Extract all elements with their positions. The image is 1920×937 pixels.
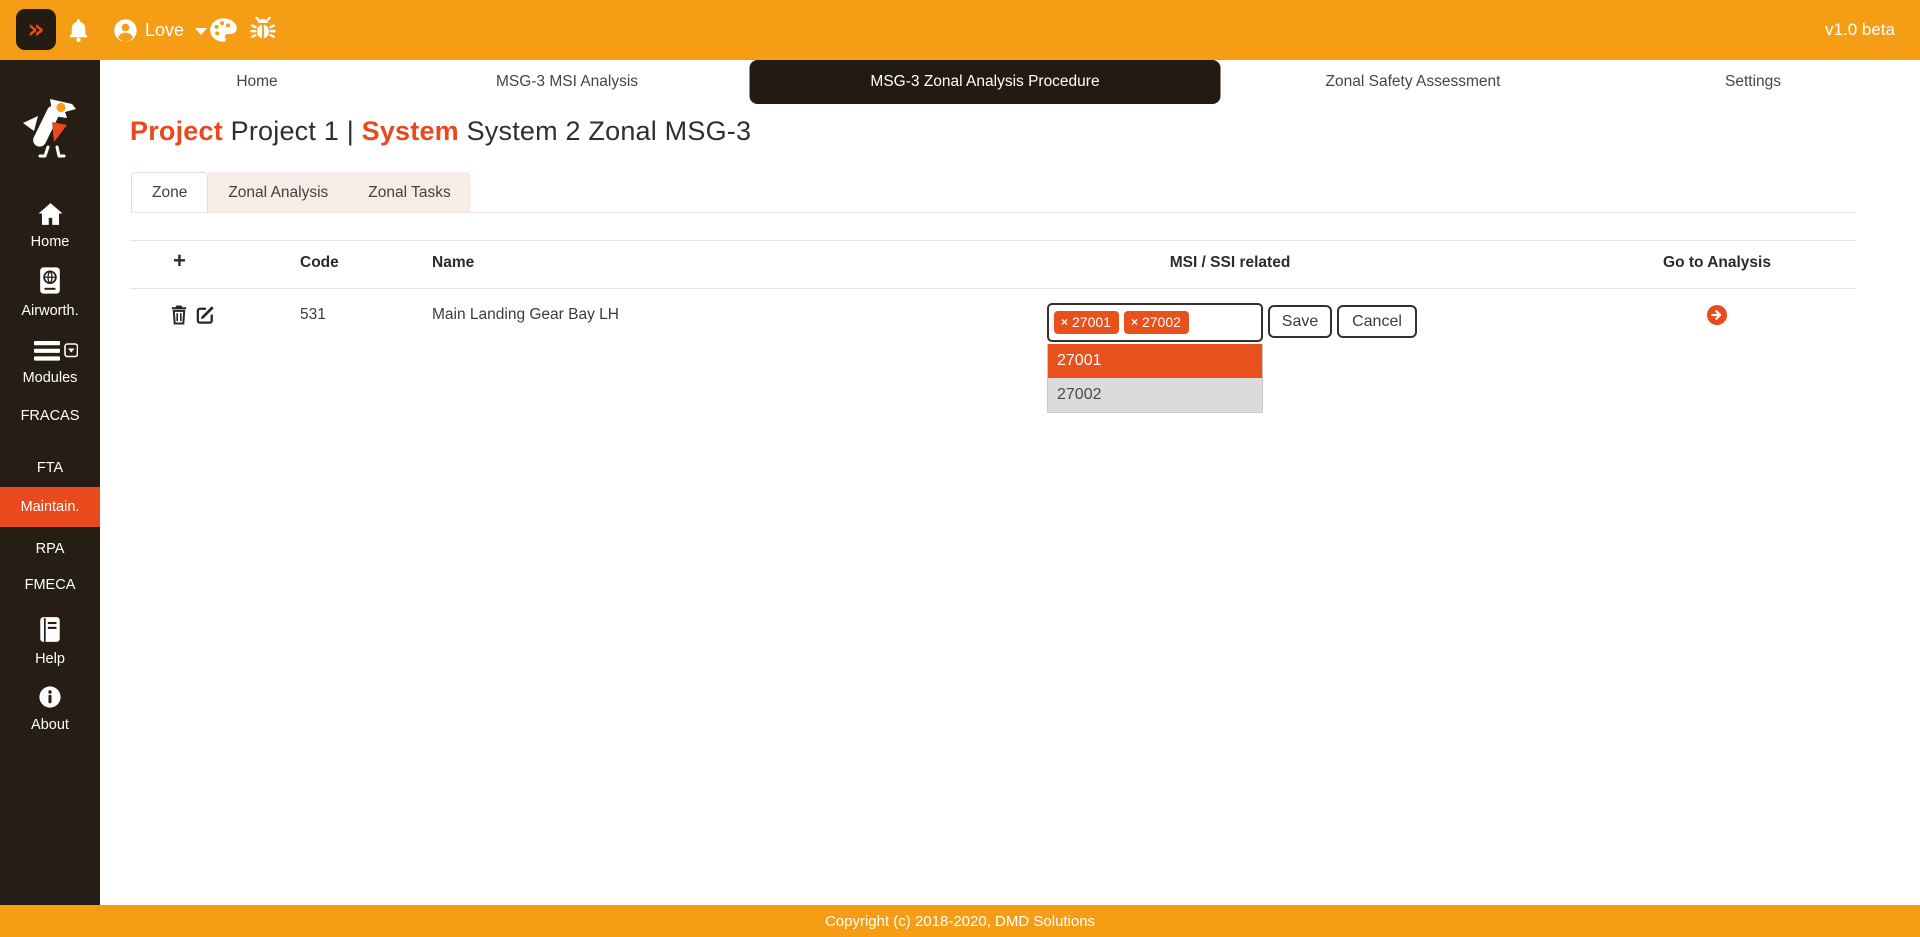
edit-pencil-square-icon — [195, 304, 216, 325]
modules-caret-box-icon — [65, 344, 78, 357]
sidebar-item-home[interactable]: Home — [0, 202, 100, 250]
msi-ssi-dropdown: 27001 27002 — [1047, 344, 1263, 413]
nav-tab-zonal-analysis-procedure[interactable]: MSG-3 Zonal Analysis Procedure — [750, 60, 1221, 104]
sidebar-item-fracas[interactable]: FRACAS — [0, 408, 100, 424]
app-logo[interactable] — [17, 96, 83, 160]
debug-bug-icon[interactable] — [249, 0, 277, 60]
system-label: System — [362, 116, 459, 146]
user-menu[interactable]: Love — [112, 0, 207, 60]
double-chevron-icon: » — [27, 14, 44, 45]
dropdown-option-27002[interactable]: 27002 — [1048, 378, 1262, 412]
sidebar-item-maintain[interactable]: Maintain. — [0, 487, 100, 527]
column-header-code: Code — [300, 254, 339, 272]
sidebar-item-modules[interactable]: Modules — [0, 340, 100, 386]
airworthiness-passport-icon — [38, 266, 62, 295]
help-book-icon — [38, 616, 62, 643]
copyright-text: Copyright (c) 2018-2020, DMD Solutions — [825, 913, 1095, 930]
table-top-border — [130, 240, 1856, 241]
subtabs-underline — [130, 212, 1856, 213]
add-zone-button[interactable]: + — [173, 248, 186, 274]
save-button[interactable]: Save — [1268, 305, 1332, 338]
column-header-goto-analysis: Go to Analysis — [1663, 254, 1771, 272]
sidebar-toggle-button[interactable]: » — [16, 9, 56, 50]
remove-tag-icon[interactable]: × — [1061, 315, 1068, 329]
sidebar-item-airworthiness[interactable]: Airworth. — [0, 266, 100, 319]
trash-icon — [170, 304, 188, 325]
sidebar-item-rpa[interactable]: RPA — [0, 541, 100, 557]
tag-label: 27001 — [1072, 314, 1111, 330]
subtab-zonal-analysis[interactable]: Zonal Analysis — [208, 172, 348, 213]
version-label: v1.0 beta — [1825, 0, 1895, 60]
tag-label: 27002 — [1142, 314, 1181, 330]
subtab-zonal-tasks[interactable]: Zonal Tasks — [348, 172, 470, 213]
arrow-right-circle-icon — [1707, 305, 1727, 325]
project-value: Project 1 — [231, 116, 339, 146]
notifications-bell-icon[interactable] — [65, 0, 92, 60]
info-circle-icon — [38, 685, 62, 709]
cell-code: 531 — [300, 306, 326, 324]
cancel-button[interactable]: Cancel — [1337, 305, 1417, 338]
delete-zone-button[interactable] — [170, 304, 188, 330]
nav-tab-settings[interactable]: Settings — [1725, 60, 1781, 104]
sidebar-item-help[interactable]: Help — [0, 616, 100, 667]
nav-tab-msi-analysis[interactable]: MSG-3 MSI Analysis — [496, 60, 638, 104]
subtab-zone[interactable]: Zone — [131, 172, 208, 213]
system-value: System 2 Zonal MSG-3 — [467, 116, 752, 146]
footer: Copyright (c) 2018-2020, DMD Solutions — [0, 905, 1920, 937]
nav-tab-zonal-safety-assessment[interactable]: Zonal Safety Assessment — [1326, 60, 1501, 104]
main-content: Home MSG-3 MSI Analysis MSG-3 Zonal Anal… — [100, 60, 1920, 905]
home-icon — [37, 202, 64, 226]
msi-tag[interactable]: × 27002 — [1124, 311, 1189, 334]
msi-ssi-multiselect-input[interactable]: × 27001 × 27002 — [1047, 303, 1263, 342]
topbar: » Love — [0, 0, 1920, 60]
column-header-name: Name — [432, 254, 474, 272]
user-name: Love — [145, 20, 184, 41]
sidebar-item-fmeca[interactable]: FMECA — [0, 577, 100, 593]
column-header-msi-ssi: MSI / SSI related — [1170, 254, 1291, 272]
sidebar-item-fta[interactable]: FTA — [0, 460, 100, 476]
bird-logo-icon — [17, 96, 83, 160]
sidebar-item-about[interactable]: About — [0, 685, 100, 733]
title-divider: | — [347, 116, 354, 146]
user-avatar-icon — [112, 17, 139, 44]
chevron-down-icon — [195, 28, 207, 35]
msi-tag[interactable]: × 27001 — [1054, 311, 1119, 334]
table-header-border — [130, 288, 1856, 289]
goto-analysis-button[interactable] — [1707, 305, 1727, 325]
edit-zone-button[interactable] — [195, 304, 216, 330]
sidebar: Home Airworth. Modules FRACAS FTA — [0, 60, 100, 905]
remove-tag-icon[interactable]: × — [1131, 315, 1138, 329]
page-title: Project Project 1 | System System 2 Zona… — [130, 116, 751, 147]
nav-tab-home[interactable]: Home — [236, 60, 277, 104]
cell-name: Main Landing Gear Bay LH — [432, 306, 619, 324]
hamburger-menu-icon — [22, 340, 78, 362]
project-label: Project — [130, 116, 223, 146]
subtabs: Zone Zonal Analysis Zonal Tasks — [131, 172, 471, 213]
dropdown-option-27001[interactable]: 27001 — [1048, 344, 1262, 378]
theme-palette-icon[interactable] — [209, 0, 238, 60]
